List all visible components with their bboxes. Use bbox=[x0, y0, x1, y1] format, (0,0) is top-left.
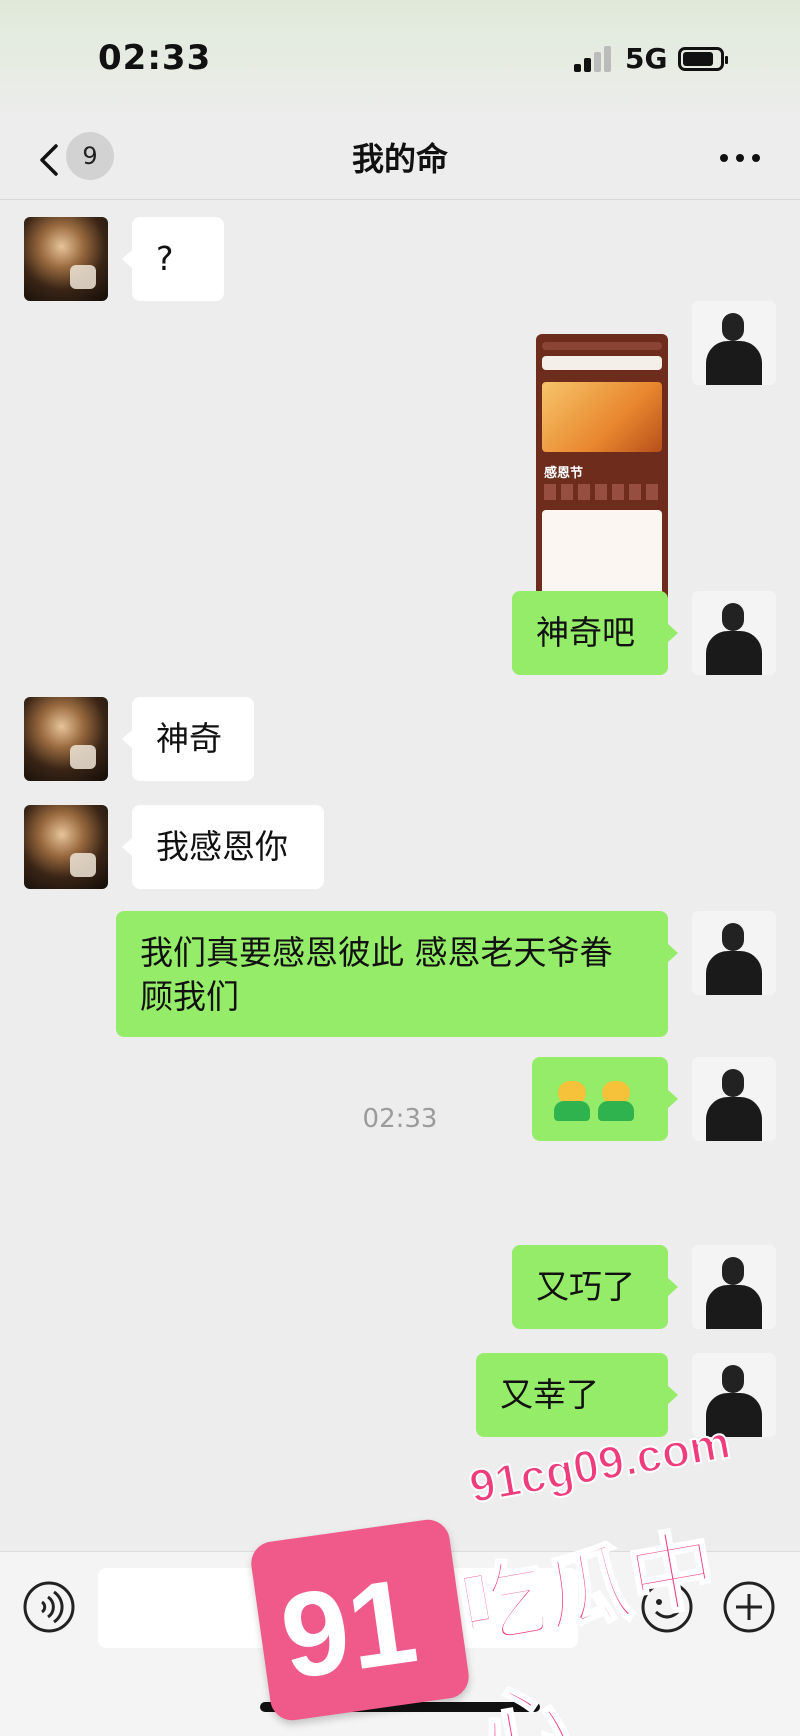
my-avatar[interactable] bbox=[692, 591, 776, 675]
sent-message[interactable]: 又幸了 bbox=[476, 1353, 678, 1437]
my-avatar[interactable] bbox=[692, 1245, 776, 1329]
sent-message[interactable]: 又巧了 bbox=[512, 1245, 678, 1329]
watermark-logo: 91 91cg09.com 吃瓜中心 bbox=[248, 1415, 790, 1736]
timestamp-divider: 02:33 bbox=[362, 1104, 438, 1134]
chat-header: 9 我的命 bbox=[0, 120, 800, 200]
more-options-icon[interactable] bbox=[720, 154, 760, 164]
watermark-name: 吃瓜中心 bbox=[450, 1516, 724, 1736]
my-avatar[interactable] bbox=[692, 301, 776, 385]
my-avatar[interactable] bbox=[692, 911, 776, 995]
contact-avatar[interactable] bbox=[24, 805, 108, 889]
sent-message[interactable]: 我们真要感恩彼此 感恩老天爷眷顾我们 bbox=[116, 911, 678, 1037]
screenshot-banner bbox=[542, 382, 662, 452]
status-time: 02:33 bbox=[98, 38, 212, 78]
chat-title: 我的命 bbox=[351, 140, 448, 178]
status-bar: 02:33 5G bbox=[0, 0, 800, 120]
message-list[interactable]: ? 感恩节 神奇吧 神奇 我感恩你 我们真要感恩彼此 感恩老天爷眷顾我们 02:… bbox=[0, 201, 800, 1551]
sent-image-message[interactable]: 感恩节 bbox=[536, 334, 668, 618]
contact-avatar[interactable] bbox=[24, 697, 108, 781]
sent-message[interactable]: 神奇吧 bbox=[512, 591, 678, 675]
voice-input-icon[interactable] bbox=[22, 1580, 76, 1634]
received-message[interactable]: ? bbox=[122, 217, 224, 301]
received-message[interactable]: 我感恩你 bbox=[122, 805, 324, 889]
contact-avatar[interactable] bbox=[24, 217, 108, 301]
watermark-number: 91 bbox=[273, 1553, 425, 1705]
cellular-signal-icon bbox=[574, 46, 614, 72]
network-type: 5G bbox=[625, 42, 668, 75]
screenshot-title: 感恩节 bbox=[544, 466, 584, 481]
received-message[interactable]: 神奇 bbox=[122, 697, 254, 781]
battery-icon bbox=[678, 47, 728, 71]
